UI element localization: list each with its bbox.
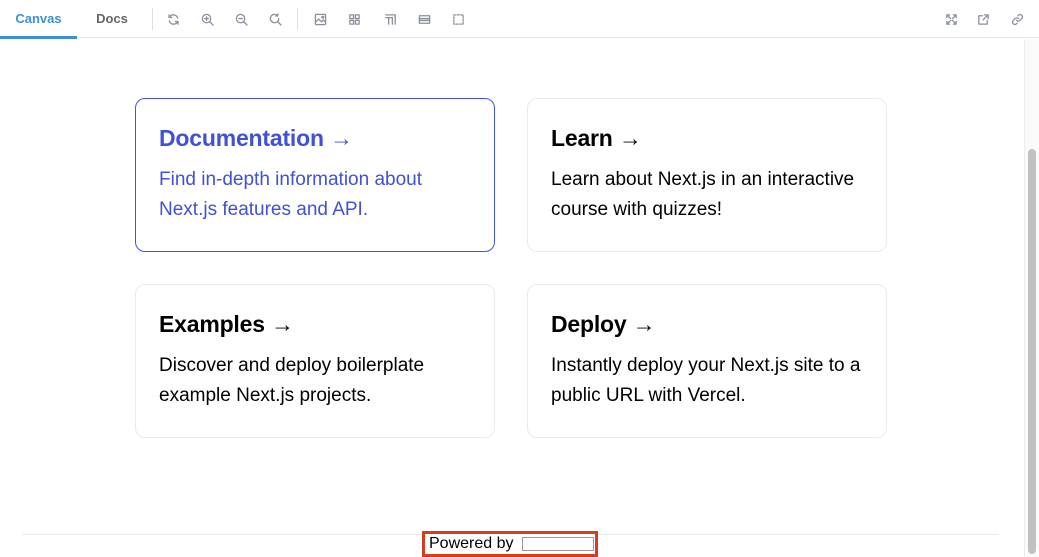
tab-canvas[interactable]: Canvas (0, 0, 77, 39)
card-deploy[interactable]: Deploy → Instantly deploy your Next.js s… (527, 284, 887, 438)
card-learn[interactable]: Learn → Learn about Next.js in an intera… (527, 98, 887, 252)
card-description: Learn about Next.js in an interactive co… (551, 169, 855, 220)
card-examples[interactable]: Examples → Discover and deploy boilerpla… (135, 284, 495, 438)
card-title: Deploy → (551, 311, 656, 337)
zoom-in-icon[interactable] (197, 9, 217, 29)
vercel-logo (521, 537, 594, 551)
toolbar-divider (152, 8, 153, 30)
fullscreen-icon[interactable] (941, 9, 961, 29)
powered-by-label: Powered by (429, 535, 514, 552)
outline-icon[interactable] (448, 9, 468, 29)
storybook-toolbar: Canvas Docs (0, 0, 1039, 39)
card-description: Instantly deploy your Next.js site to a … (551, 355, 861, 406)
card-title: Learn → (551, 125, 642, 151)
vertical-scrollbar[interactable] (1024, 39, 1039, 557)
card-description: Find in-depth information about Next.js … (159, 169, 422, 220)
grid-icon[interactable] (344, 9, 364, 29)
copy-link-icon[interactable] (1007, 9, 1027, 29)
card-title: Documentation → (159, 125, 353, 151)
tab-docs[interactable]: Docs (84, 0, 140, 38)
reload-icon[interactable] (163, 9, 183, 29)
toolbar-divider (297, 8, 298, 30)
scrollbar-thumb[interactable] (1028, 149, 1036, 554)
story-preview: Documentation → Find in-depth informatio… (0, 39, 1024, 557)
viewport-icon[interactable] (414, 9, 434, 29)
card-documentation[interactable]: Documentation → Find in-depth informatio… (135, 98, 495, 252)
open-new-tab-icon[interactable] (973, 9, 993, 29)
card-title: Examples → (159, 311, 294, 337)
zoom-out-icon[interactable] (231, 9, 251, 29)
measure-icon[interactable] (380, 9, 400, 29)
powered-by-link[interactable]: Powered by (422, 531, 598, 557)
card-description: Discover and deploy boilerplate example … (159, 355, 425, 406)
reset-zoom-icon[interactable] (265, 9, 285, 29)
background-icon[interactable] (310, 9, 330, 29)
